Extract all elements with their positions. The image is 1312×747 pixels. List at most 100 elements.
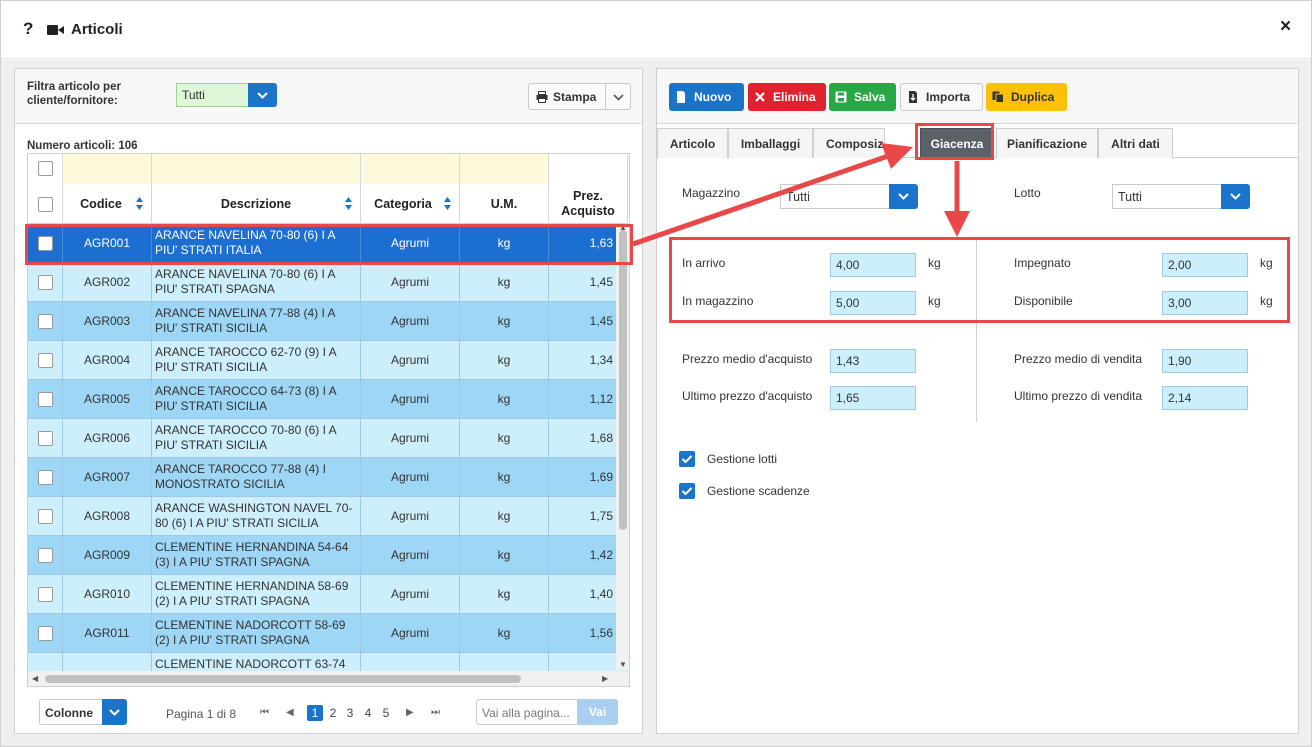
row-checkbox-cell[interactable] (28, 614, 63, 652)
row-description: ARANCE TAROCCO 64-73 (8) I A PIU' STRATI… (152, 380, 361, 418)
print-dropdown-button[interactable] (606, 83, 631, 110)
columns-select[interactable]: Colonne (39, 699, 102, 725)
table-row[interactable]: AGR011 CLEMENTINE NADORCOTT 58-69 (2) I A… (28, 614, 628, 653)
row-checkbox[interactable] (37, 469, 53, 485)
row-checkbox-cell[interactable] (28, 536, 63, 574)
row-category: Agrumi (361, 536, 460, 574)
row-checkbox[interactable] (37, 274, 53, 290)
first-page-icon[interactable]: ⏮ (260, 707, 269, 718)
vertical-scroll-thumb[interactable] (619, 230, 627, 530)
chevron-down-icon (109, 709, 120, 716)
tab-pianificazione[interactable]: Pianificazione (996, 128, 1098, 158)
tab-imballaggi[interactable]: Imballaggi (728, 128, 813, 158)
print-button[interactable]: Stampa (528, 83, 606, 110)
import-button[interactable]: Importa (900, 83, 983, 111)
gestione-lotti-checkbox[interactable] (679, 451, 695, 467)
row-description: CLEMENTINE NADORCOTT 58-69 (2) I A PIU' … (152, 614, 361, 652)
row-checkbox[interactable] (37, 391, 53, 407)
table-row[interactable]: AGR003 ARANCE NAVELINA 77-88 (4) I A PIU'… (28, 302, 628, 341)
close-icon[interactable]: × (1280, 16, 1291, 38)
gestione-scadenze-label: Gestione scadenze (707, 484, 810, 498)
row-checkbox-cell[interactable] (28, 458, 63, 496)
table-row[interactable]: AGR002 ARANCE NAVELINA 70-80 (6) I A PIU'… (28, 263, 628, 302)
magazzino-label: Magazzino (682, 186, 741, 200)
lotto-dropdown-button[interactable] (1221, 184, 1250, 209)
ultimo-prezzo-vendita-field[interactable]: 2,14 (1162, 386, 1248, 410)
gestione-scadenze-checkbox[interactable] (679, 483, 695, 499)
row-checkbox[interactable] (37, 352, 53, 368)
row-checkbox-cell[interactable] (28, 575, 63, 613)
tab-composizione[interactable]: Composizi (813, 128, 885, 158)
row-checkbox[interactable] (37, 313, 53, 329)
prev-page-icon[interactable]: ◀ (286, 707, 294, 718)
row-checkbox-cell[interactable] (28, 341, 63, 379)
filter-cell-descrizione[interactable] (152, 154, 361, 184)
scroll-down-icon[interactable]: ▼ (619, 660, 627, 669)
page-4-button[interactable]: 4 (360, 705, 376, 721)
column-header-descrizione[interactable]: Descrizione (152, 184, 361, 224)
page-1-button[interactable]: 1 (307, 705, 323, 721)
save-button[interactable]: Salva (829, 83, 896, 111)
magazzino-dropdown-button[interactable] (889, 184, 918, 209)
duplicate-button[interactable]: Duplica (986, 83, 1067, 111)
ultimo-prezzo-vendita-label: Ultimo prezzo di vendita (1014, 389, 1143, 403)
filter-select[interactable]: Tutti (176, 83, 249, 107)
tab-altri-dati[interactable]: Altri dati (1098, 128, 1173, 158)
prezzo-medio-vendita-field[interactable]: 1,90 (1162, 349, 1248, 373)
next-page-icon[interactable]: ▶ (406, 707, 414, 718)
row-checkbox-cell[interactable] (28, 380, 63, 418)
table-row[interactable]: AGR005 ARANCE TAROCCO 64-73 (8) I A PIU' … (28, 380, 628, 419)
delete-button[interactable]: Elimina (748, 83, 826, 111)
columns-dropdown-button[interactable] (102, 699, 127, 725)
help-icon[interactable]: ? (23, 19, 33, 39)
row-checkbox[interactable] (37, 508, 53, 524)
filter-cell-codice[interactable] (63, 154, 152, 184)
filter-dropdown-button[interactable] (248, 83, 277, 107)
column-header-prezzo[interactable]: Prez. Acquisto (549, 184, 628, 224)
row-checkbox[interactable] (37, 430, 53, 446)
table-row[interactable]: AGR006 ARANCE TAROCCO 70-80 (6) I A PIU' … (28, 419, 628, 458)
table-row[interactable]: AGR009 CLEMENTINE HERNANDINA 54-64 (3) I … (28, 536, 628, 575)
page-2-button[interactable]: 2 (325, 705, 341, 721)
scroll-right-icon[interactable]: ▶ (602, 674, 608, 683)
row-checkbox[interactable] (37, 586, 53, 602)
new-button[interactable]: Nuovo (669, 83, 744, 111)
goto-page-button[interactable]: Vai (577, 699, 618, 725)
goto-page-input[interactable]: Vai alla pagina... (476, 699, 577, 725)
chevron-down-icon (898, 193, 909, 200)
prezzo-medio-acquisto-field[interactable]: 1,43 (830, 349, 916, 373)
filter-cell-prezzo[interactable] (549, 154, 628, 184)
row-checkbox-cell[interactable] (28, 263, 63, 301)
table-row[interactable]: AGR007 ARANCE TAROCCO 77-88 (4) I MONOSTR… (28, 458, 628, 497)
row-checkbox[interactable] (37, 547, 53, 563)
column-header-categoria[interactable]: Categoria (361, 184, 460, 224)
vertical-scrollbar[interactable]: ▲ ▼ (616, 223, 629, 670)
last-page-icon[interactable]: ⏭ (431, 707, 440, 718)
filter-cell-categoria[interactable] (361, 154, 460, 184)
row-unit: kg (460, 536, 549, 574)
tab-articolo[interactable]: Articolo (657, 128, 728, 158)
row-checkbox-cell[interactable] (28, 497, 63, 535)
table-row[interactable]: AGR008 ARANCE WASHINGTON NAVEL 70-80 (6) … (28, 497, 628, 536)
column-header-codice[interactable]: Codice (63, 184, 152, 224)
filter-checkbox[interactable] (37, 161, 53, 176)
row-checkbox[interactable] (37, 625, 53, 641)
horizontal-scroll-thumb[interactable] (45, 675, 521, 683)
ultimo-prezzo-acquisto-field[interactable]: 1,65 (830, 386, 916, 410)
table-row[interactable]: AGR010 CLEMENTINE HERNANDINA 58-69 (2) I … (28, 575, 628, 614)
column-header-um[interactable]: U.M. (460, 184, 549, 224)
video-camera-icon[interactable] (47, 24, 64, 36)
page-3-button[interactable]: 3 (342, 705, 358, 721)
magazzino-select[interactable]: Tutti (780, 184, 889, 209)
row-checkbox-cell[interactable] (28, 419, 63, 457)
filter-cell-um[interactable] (460, 154, 549, 184)
select-all-checkbox[interactable] (37, 196, 53, 212)
row-checkbox-cell[interactable] (28, 302, 63, 340)
page-5-button[interactable]: 5 (378, 705, 394, 721)
table-row[interactable]: AGR004 ARANCE TAROCCO 62-70 (9) I A PIU' … (28, 341, 628, 380)
scroll-left-icon[interactable]: ◀ (32, 674, 38, 683)
horizontal-scrollbar[interactable]: ◀ ▶ (28, 671, 629, 686)
row-code: AGR008 (63, 497, 152, 535)
row-category: Agrumi (361, 575, 460, 613)
lotto-select[interactable]: Tutti (1112, 184, 1221, 209)
